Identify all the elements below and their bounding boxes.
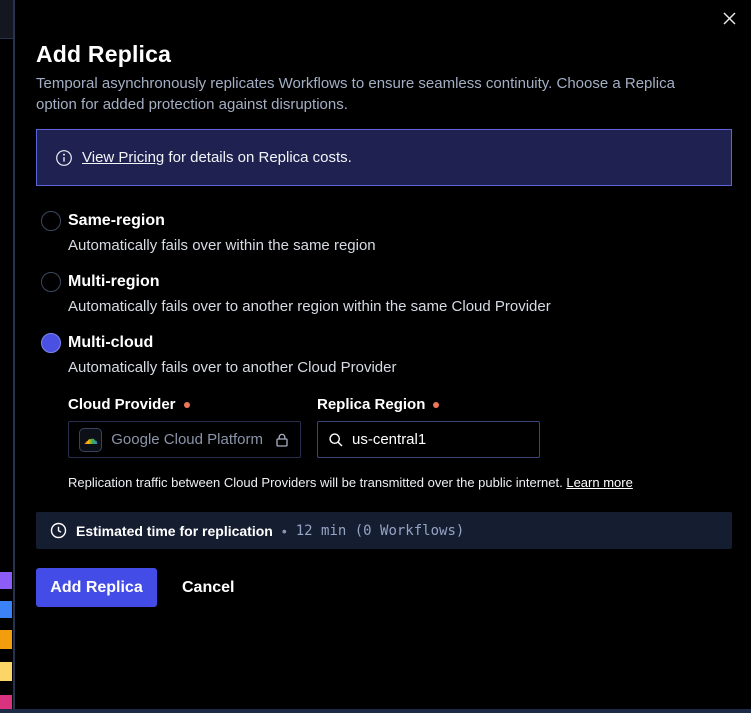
required-dot bbox=[433, 402, 439, 408]
radio-multi-cloud-label[interactable]: Multi-cloud bbox=[68, 334, 153, 352]
replica-region-field bbox=[317, 421, 540, 458]
page-title: Add Replica bbox=[36, 41, 171, 68]
cloud-provider-label: Cloud Provider bbox=[68, 396, 190, 413]
estimated-time-value: 12 min (0 Workflows) bbox=[296, 523, 465, 539]
add-replica-modal: Add Replica Temporal asynchronously repl… bbox=[15, 0, 751, 709]
clock-icon bbox=[50, 522, 67, 539]
info-icon bbox=[55, 149, 73, 167]
estimated-time-row: Estimated time for replication • 12 min … bbox=[36, 512, 732, 549]
public-internet-note: Replication traffic between Cloud Provid… bbox=[68, 475, 633, 490]
cloud-provider-label-text: Cloud Provider bbox=[68, 396, 176, 413]
lock-icon bbox=[274, 432, 290, 448]
background-stripe-orange bbox=[0, 630, 12, 649]
radio-multi-cloud-description: Automatically fails over to another Clou… bbox=[68, 359, 397, 376]
replica-region-input[interactable] bbox=[352, 431, 512, 448]
gcp-logo-icon: ☁ bbox=[79, 428, 102, 452]
cloud-provider-select: ☁ Google Cloud Platform bbox=[68, 421, 301, 458]
background-bottom-bar bbox=[0, 709, 751, 713]
close-button[interactable] bbox=[714, 3, 744, 33]
pricing-banner-text: View Pricing for details on Replica cost… bbox=[82, 149, 352, 166]
cancel-button[interactable]: Cancel bbox=[182, 568, 234, 607]
radio-same-region[interactable] bbox=[41, 211, 61, 231]
estimated-time-label: Estimated time for replication bbox=[76, 523, 273, 539]
radio-same-region-label[interactable]: Same-region bbox=[68, 212, 165, 230]
required-dot bbox=[184, 402, 190, 408]
add-replica-button[interactable]: Add Replica bbox=[36, 568, 157, 607]
background-stripe-blue bbox=[0, 601, 12, 618]
estimated-time-separator: • bbox=[282, 523, 287, 539]
background-stripe-yellow bbox=[0, 662, 12, 681]
view-pricing-link[interactable]: View Pricing bbox=[82, 149, 164, 166]
background-panel bbox=[0, 0, 13, 39]
replica-region-label-text: Replica Region bbox=[317, 396, 425, 413]
modal-description: Temporal asynchronously replicates Workf… bbox=[36, 73, 718, 115]
pricing-banner-rest: for details on Replica costs. bbox=[164, 149, 352, 166]
search-icon bbox=[328, 432, 344, 448]
cloud-provider-value: Google Cloud Platform bbox=[111, 431, 263, 448]
replica-region-label: Replica Region bbox=[317, 396, 439, 413]
radio-multi-region-description: Automatically fails over to another regi… bbox=[68, 298, 551, 315]
pricing-banner: View Pricing for details on Replica cost… bbox=[36, 129, 732, 186]
learn-more-link[interactable]: Learn more bbox=[566, 475, 632, 490]
radio-same-region-description: Automatically fails over within the same… bbox=[68, 237, 376, 254]
radio-multi-cloud[interactable] bbox=[41, 333, 61, 353]
radio-multi-region[interactable] bbox=[41, 272, 61, 292]
public-internet-note-text: Replication traffic between Cloud Provid… bbox=[68, 475, 566, 490]
radio-multi-region-label[interactable]: Multi-region bbox=[68, 273, 160, 291]
screen: Add Replica Temporal asynchronously repl… bbox=[0, 0, 751, 713]
background-stripe-purple bbox=[0, 572, 12, 589]
background-stripe-pink bbox=[0, 695, 12, 710]
close-icon bbox=[722, 11, 737, 26]
